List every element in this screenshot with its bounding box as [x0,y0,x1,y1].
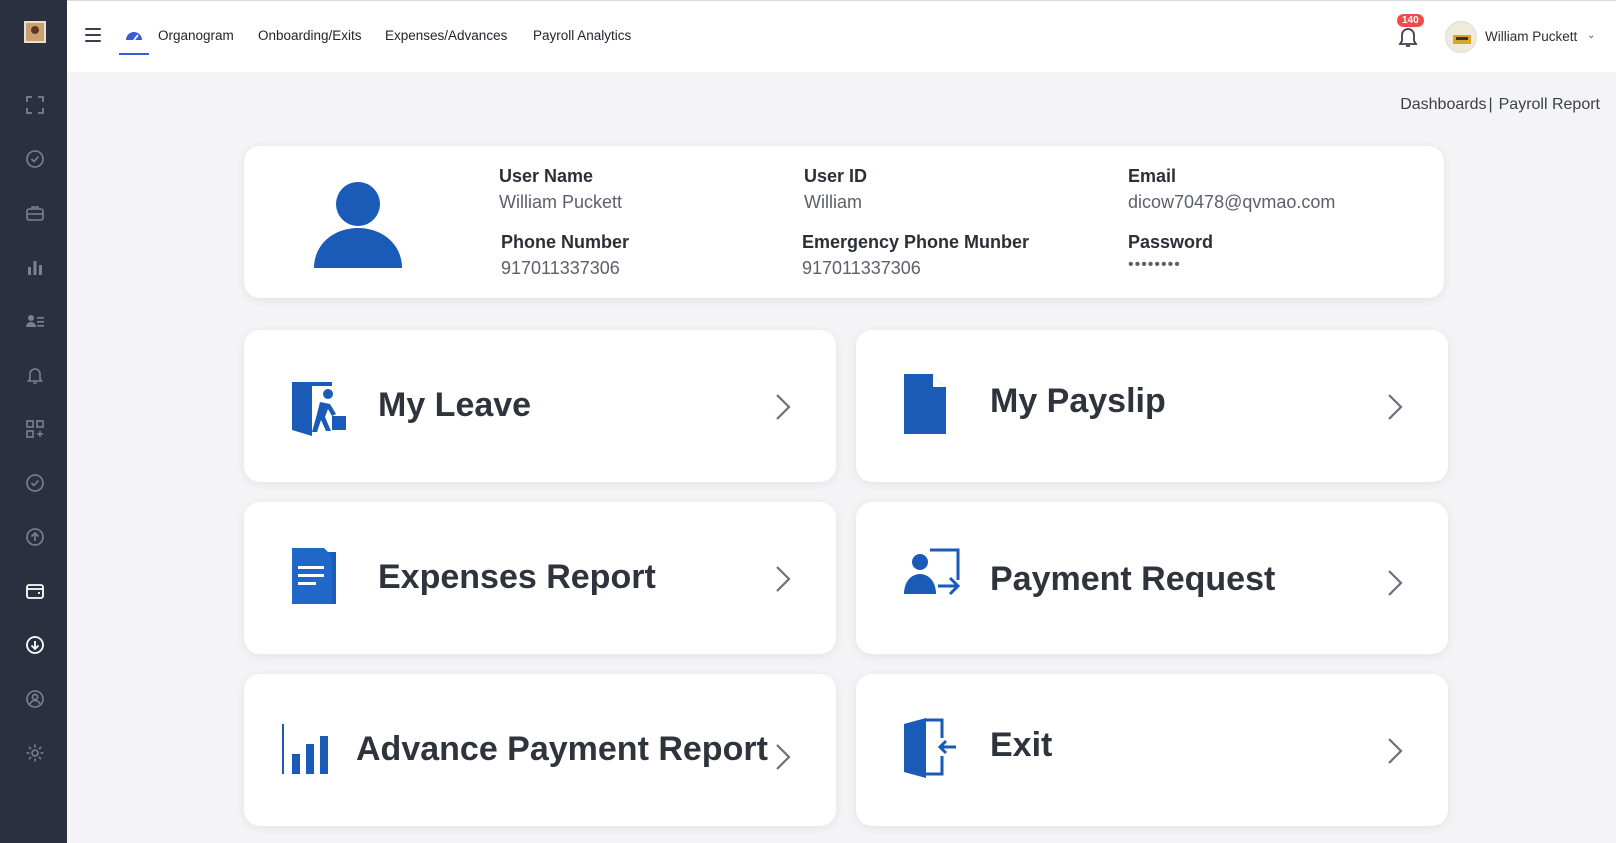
chevron-right-icon [1388,738,1403,764]
exit-door-icon [904,718,956,778]
emergency-phone-value: 917011337306 [802,258,921,278]
expenses-report-tile[interactable]: Expenses Report [244,502,836,654]
phone-number-value: 917011337306 [501,258,620,278]
top-navbar: Organogram Onboarding/Exits Expenses/Adv… [67,0,1616,72]
exit-tile[interactable]: Exit [856,674,1448,826]
user-id-label: User ID [804,166,868,186]
phone-number-label: Phone Number [501,232,630,252]
user-transfer-icon [904,548,961,596]
bar-chart-icon[interactable] [24,256,46,278]
sidebar [0,0,67,843]
payment-request-label: Payment Request [990,560,1276,598]
notifications-bell-icon[interactable] [1397,25,1421,49]
user-avatar[interactable] [1445,21,1477,53]
active-tab-indicator [119,53,149,55]
user-list-icon[interactable] [24,310,46,332]
user-name-label: User Name [499,166,594,186]
password-value: •••••••• [1128,256,1181,273]
nav-payroll-analytics[interactable]: Payroll Analytics [533,28,631,43]
nav-expenses-advances[interactable]: Expenses/Advances [385,28,507,43]
breadcrumb-current: Payroll Report [1498,96,1600,113]
breadcrumb-dashboards[interactable]: Dashboards [1400,96,1486,113]
check-badge-icon[interactable] [24,472,46,494]
my-leave-label: My Leave [378,386,532,424]
fullscreen-icon[interactable] [24,94,46,116]
report-document-icon [292,548,336,604]
payment-request-tile[interactable]: Payment Request [856,502,1448,654]
grid-plus-icon[interactable] [24,418,46,440]
wallet-icon[interactable] [24,580,46,602]
email-value: dicow70478@qvmao.com [1128,192,1336,212]
bell-icon[interactable] [24,364,46,386]
profile-card: User Name William Puckett Phone Number 9… [244,146,1444,298]
emergency-phone-label: Emergency Phone Munber [802,232,1030,252]
chevron-right-icon [776,566,791,592]
user-menu-name[interactable]: William Puckett [1485,29,1577,44]
chevron-right-icon [1388,570,1403,596]
notification-count-badge: 140 [1397,14,1424,27]
leave-door-icon [292,382,346,436]
download-circle-icon[interactable] [24,634,46,656]
advance-payment-report-tile[interactable]: Advance Payment Report [244,674,836,826]
speedometer-icon [126,32,142,41]
briefcase-icon[interactable] [24,202,46,224]
gear-icon[interactable] [24,742,46,764]
chevron-right-icon [1388,394,1403,420]
dashboard-nav-tab[interactable] [119,23,149,55]
chevron-down-icon[interactable]: ⌄ [1587,30,1595,41]
chevron-right-icon [776,744,791,770]
upload-circle-icon[interactable] [24,526,46,548]
user-silhouette-icon [314,182,402,268]
user-name-value: William Puckett [499,192,623,212]
user-id-value: William [804,192,862,212]
my-payslip-tile[interactable]: My Payslip [856,330,1448,482]
app-logo[interactable] [24,21,46,43]
breadcrumb: Dashboards | Payroll Report [1400,96,1600,113]
exit-label: Exit [990,726,1053,764]
password-label: Password [1128,232,1214,252]
expenses-report-label: Expenses Report [378,558,656,596]
advance-payment-report-label: Advance Payment Report [356,730,768,768]
nav-organogram[interactable]: Organogram [158,28,234,43]
chevron-right-icon [776,394,791,420]
check-badge-icon[interactable] [24,148,46,170]
email-label: Email [1128,166,1177,186]
document-icon [904,374,946,434]
my-leave-tile[interactable]: My Leave [244,330,836,482]
menu-toggle-icon[interactable] [85,28,101,42]
user-circle-icon[interactable] [24,688,46,710]
nav-onboarding-exits[interactable]: Onboarding/Exits [258,28,362,43]
my-payslip-label: My Payslip [990,382,1166,420]
bar-chart-icon [282,724,328,774]
